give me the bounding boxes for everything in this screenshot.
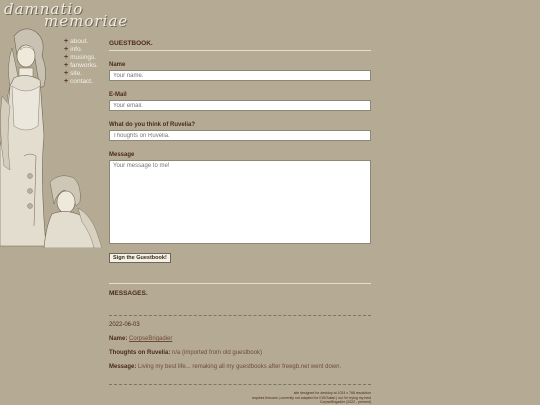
opinion-label: What do you think of Ruvelia? <box>109 122 195 128</box>
plus-icon: + <box>64 46 69 53</box>
nav-item-site[interactable]: + site. <box>64 70 98 78</box>
sign-guestbook-button[interactable]: Sign the Guestbook! <box>109 253 171 263</box>
nav-label: fanworks. <box>70 62 98 69</box>
entry-name-link[interactable]: CorpseBrigadier <box>129 336 172 342</box>
name-input[interactable] <box>109 70 371 81</box>
email-label: E-Mail <box>109 92 127 98</box>
nav-label: about. <box>70 38 89 45</box>
entry-divider-bottom <box>109 384 371 385</box>
nav-item-info[interactable]: + info. <box>64 46 98 54</box>
message-entry: 2022-06-03 Name: CorpseBrigadier Thought… <box>109 322 371 370</box>
entry-divider-top <box>109 315 371 316</box>
opinion-input[interactable] <box>109 130 371 141</box>
entry-message-key: Message: <box>109 364 137 370</box>
name-label: Name <box>109 62 126 68</box>
plus-icon: + <box>64 62 69 69</box>
entry-thoughts-row: Thoughts on Ruvelia: n/a (imported from … <box>109 350 371 356</box>
guestbook-title: GUESTBOOK. <box>109 40 371 51</box>
plus-icon: + <box>64 78 69 85</box>
nav-item-musings[interactable]: + musings. <box>64 54 98 62</box>
entry-message-row: Message: Living my best life... remaking… <box>109 364 371 370</box>
site-logo[interactable]: damnatio memoriae <box>4 2 128 29</box>
nav-item-fanworks[interactable]: + fanworks. <box>64 62 98 70</box>
nav-item-about[interactable]: + about. <box>64 38 98 46</box>
main-content: GUESTBOOK. Name E-Mail What do you think… <box>109 40 371 385</box>
entry-date: 2022-06-03 <box>109 322 140 328</box>
entry-name-row: Name: CorpseBrigadier <box>109 336 371 342</box>
footer-line-3: CorpseBrigadier (2022 - present) <box>319 400 371 404</box>
entry-thoughts-value: n/a (imported from old guestbook) <box>172 350 263 356</box>
email-input[interactable] <box>109 100 371 111</box>
nav-label: info. <box>70 46 83 53</box>
message-label: Message <box>109 152 135 158</box>
plus-icon: + <box>64 54 69 61</box>
site-footer: site designed for desktop at 1024 x 768 … <box>252 391 371 405</box>
nav-label: site. <box>70 70 83 77</box>
plus-icon: + <box>64 38 69 45</box>
section-divider <box>109 283 371 284</box>
entry-name-key: Name: <box>109 336 128 342</box>
entry-thoughts-key: Thoughts on Ruvelia: <box>109 350 171 356</box>
nav-item-contact[interactable]: + contact. <box>64 78 98 86</box>
plus-icon: + <box>64 70 69 77</box>
messages-title: MESSAGES. <box>109 290 148 297</box>
side-nav: + about. + info. + musings. + fanworks. + sit… <box>64 38 98 86</box>
message-textarea[interactable] <box>109 160 371 244</box>
nav-label: musings. <box>70 54 97 61</box>
nav-label: contact. <box>70 78 93 85</box>
entry-message-value: Living my best life... remaking all my g… <box>138 364 342 370</box>
